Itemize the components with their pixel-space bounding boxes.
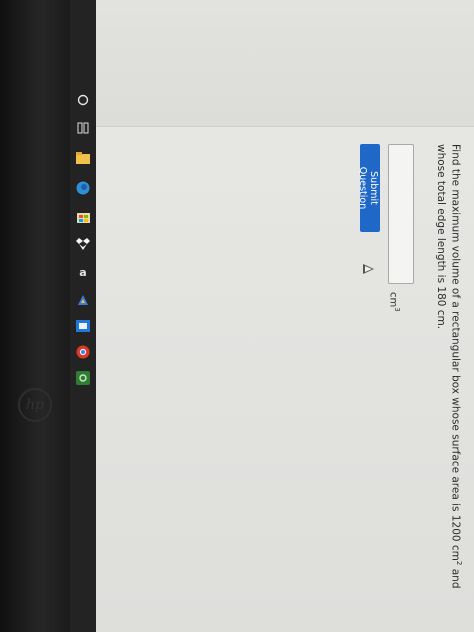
search-icon[interactable]: [75, 92, 91, 108]
mouse-cursor-icon: [363, 264, 374, 274]
answer-row: cm3: [388, 144, 414, 312]
question-text-part1: Find the maximum volume of a rectangular…: [449, 144, 462, 561]
unit-base: cm: [388, 292, 399, 308]
chrome-icon[interactable]: [75, 344, 91, 360]
mail-icon[interactable]: [75, 318, 91, 334]
store-icon[interactable]: [75, 208, 91, 224]
taskbar: a: [70, 0, 97, 632]
answer-unit: cm3: [388, 292, 401, 312]
photo-scene: hp a Find the maximum volume of a rectan…: [0, 0, 474, 632]
question-panel: Find the maximum volume of a rectangular…: [114, 134, 474, 604]
answer-input[interactable]: [388, 144, 414, 284]
submit-question-button[interactable]: Submit Question: [357, 144, 380, 232]
file-explorer-icon[interactable]: [75, 150, 91, 166]
page-header-strip: [96, 0, 474, 127]
laptop-bezel: hp: [0, 0, 70, 632]
steam-icon[interactable]: [75, 292, 91, 308]
xbox-icon[interactable]: [75, 370, 91, 386]
unit-exponent: 3: [393, 307, 402, 312]
hp-logo-icon: hp: [18, 388, 52, 422]
dropbox-icon[interactable]: [75, 236, 91, 252]
edge-icon[interactable]: [75, 180, 91, 196]
task-view-icon[interactable]: [75, 120, 91, 136]
question-text: Find the maximum volume of a rectangular…: [435, 144, 467, 594]
amazon-icon[interactable]: a: [75, 264, 91, 280]
